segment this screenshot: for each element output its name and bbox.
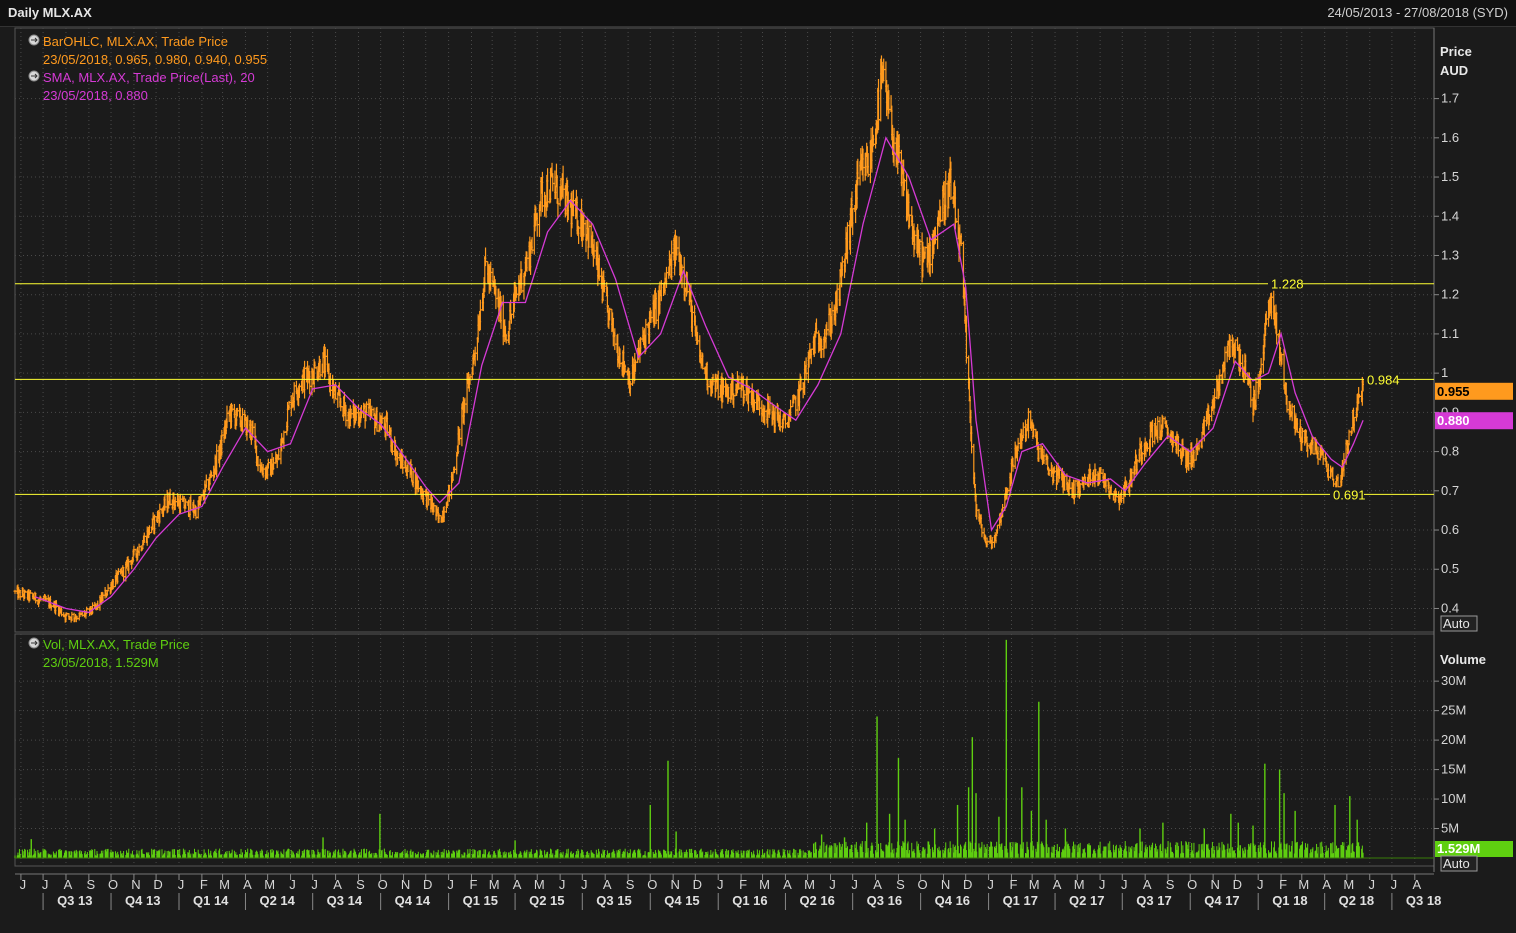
- volume-tick-label: 30M: [1441, 673, 1466, 688]
- horizontal-line-label: 0.984: [1367, 372, 1400, 387]
- price-legend-series: BarOHLC, MLX.AX, Trade Price: [43, 34, 228, 49]
- price-tick-label: 1.1: [1441, 326, 1459, 341]
- horizontal-line-label: 0.691: [1333, 487, 1366, 502]
- price-tick-label: 1.2: [1441, 287, 1459, 302]
- volume-tick-label: 10M: [1441, 791, 1466, 806]
- sma-last-value-label: 0.880: [1437, 413, 1470, 428]
- price-y-axis: 0.40.50.60.70.80.911.11.21.31.41.51.61.7…: [15, 44, 1472, 615]
- sma-line: [34, 136, 1364, 614]
- price-tick-label: 0.5: [1441, 561, 1459, 576]
- price-axis-unit: AUD: [1440, 63, 1468, 78]
- volume-axis-title: Volume: [1440, 652, 1486, 667]
- vertical-gridlines: [20, 28, 1416, 866]
- price-tick-label: 1.6: [1441, 130, 1459, 145]
- sma-legend-series: SMA, MLX.AX, Trade Price(Last), 20: [43, 70, 255, 85]
- volume-tick-label: 5M: [1441, 821, 1459, 836]
- price-tick-label: 1.7: [1441, 91, 1459, 106]
- price-tick-label: 0.7: [1441, 483, 1459, 498]
- price-auto-button[interactable]: Auto: [1440, 615, 1478, 632]
- price-tick-label: 1: [1441, 365, 1448, 380]
- volume-panel-frame: [14, 633, 1435, 867]
- price-axis-title: Price: [1440, 44, 1472, 59]
- price-tick-label: 1.5: [1441, 169, 1459, 184]
- price-tick-label: 0.8: [1441, 444, 1459, 459]
- sma-legend-values: 23/05/2018, 0.880: [43, 88, 148, 103]
- horizontal-line-label: 1.228: [1271, 277, 1304, 292]
- chart-window: Daily MLX.AX 24/05/2013 - 27/08/2018 (SY…: [0, 0, 1516, 933]
- price-auto-button-label: Auto: [1443, 616, 1470, 631]
- volume-bars: [14, 639, 1364, 858]
- price-legend: BarOHLC, MLX.AX, Trade Price 23/05/2018, …: [28, 34, 267, 649]
- price-panel-frame: [14, 27, 1435, 633]
- price-tick-label: 1.3: [1441, 247, 1459, 262]
- price-tick-label: 0.4: [1441, 600, 1459, 615]
- chart-canvas[interactable]: 0.40.50.60.70.80.911.11.21.31.41.51.61.7…: [0, 0, 1516, 933]
- price-tick-label: 1.4: [1441, 208, 1459, 223]
- volume-tick-label: 20M: [1441, 732, 1466, 747]
- volume-tick-label: 15M: [1441, 762, 1466, 777]
- price-last-value-label: 0.955: [1437, 384, 1470, 399]
- price-bars: [13, 55, 1365, 623]
- price-tick-label: 0.6: [1441, 522, 1459, 537]
- price-legend-values: 23/05/2018, 0.965, 0.980, 0.940, 0.955: [43, 52, 267, 67]
- volume-tick-label: 25M: [1441, 703, 1466, 718]
